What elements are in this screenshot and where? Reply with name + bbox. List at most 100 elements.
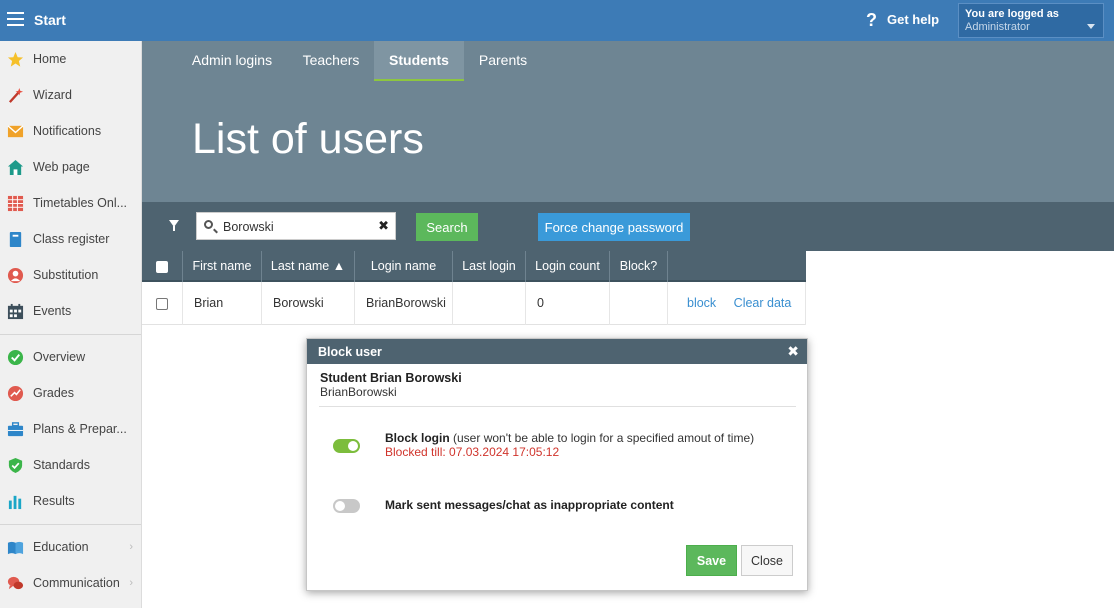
tab-teachers[interactable]: Teachers	[292, 41, 370, 81]
star-icon	[7, 51, 24, 67]
sidebar-item-communication[interactable]: Communication ›	[0, 565, 141, 601]
block-user-dialog: Block user ✖ Student Brian Borowski Bria…	[306, 338, 808, 591]
sidebar-item-label: Results	[33, 494, 75, 508]
get-help-link[interactable]: Get help	[887, 12, 939, 27]
sidebar-item-web-page[interactable]: Web page	[0, 149, 141, 185]
toggle-knob	[348, 441, 358, 451]
save-button[interactable]: Save	[686, 545, 737, 576]
hamburger-menu-icon[interactable]	[7, 12, 24, 26]
mark-inappropriate-label: Mark sent messages/chat as inappropriate…	[385, 498, 674, 512]
search-icon	[204, 220, 213, 229]
sidebar-item-education[interactable]: Education ›	[0, 529, 141, 565]
sidebar: Home Wizard Notifications Web page Timet…	[0, 41, 142, 608]
user-box-caption: You are logged as	[965, 8, 1059, 20]
force-change-password-button[interactable]: Force change password	[538, 213, 690, 241]
row-checkbox[interactable]	[156, 297, 168, 310]
toggle-knob	[335, 501, 345, 511]
sidebar-divider	[0, 524, 141, 525]
cell-login-name: BrianBorowski	[355, 282, 453, 325]
column-first-name[interactable]: First name	[183, 251, 262, 282]
table-header: First name Last name ▲ Login name Last l…	[142, 251, 806, 282]
sidebar-item-label: Substitution	[33, 268, 99, 282]
block-login-option: Block login (user won't be able to login…	[385, 431, 754, 445]
sidebar-item-class-register[interactable]: Class register	[0, 221, 141, 257]
cell-first-name: Brian	[183, 282, 262, 325]
sidebar-item-label: Events	[33, 304, 72, 318]
chevron-down-icon	[1087, 24, 1095, 29]
start-label[interactable]: Start	[34, 12, 66, 28]
chevron-right-icon: ›	[129, 577, 133, 589]
envelope-icon	[7, 125, 24, 138]
user-dropdown[interactable]: You are logged as Administrator	[958, 3, 1104, 38]
sidebar-item-label: Home	[33, 52, 67, 66]
sidebar-item-plans[interactable]: Plans & Prepar...	[0, 411, 141, 447]
sidebar-item-label: Wizard	[33, 88, 72, 102]
sidebar-item-standards[interactable]: Standards	[0, 447, 141, 483]
sidebar-item-overview[interactable]: Overview	[0, 339, 141, 375]
search-input[interactable]	[223, 218, 371, 235]
tab-parents[interactable]: Parents	[468, 41, 538, 81]
dialog-divider	[319, 406, 796, 407]
sidebar-item-events[interactable]: Events	[0, 293, 141, 329]
top-bar: Start ? Get help You are logged as Admin…	[0, 0, 1114, 41]
sidebar-item-label: Notifications	[33, 124, 102, 138]
cell-block	[610, 282, 668, 325]
person-icon	[7, 267, 24, 284]
sidebar-item-label: Plans & Prepar...	[33, 422, 127, 436]
chat-icon	[7, 576, 24, 590]
student-login: BrianBorowski	[320, 385, 397, 399]
tab-students[interactable]: Students	[374, 41, 464, 81]
close-button[interactable]: Close	[741, 545, 793, 576]
calendar-icon	[7, 303, 24, 320]
block-login-toggle[interactable]	[333, 439, 360, 453]
shield-check-icon	[8, 457, 23, 474]
column-login-count[interactable]: Login count	[526, 251, 610, 282]
check-circle-icon	[7, 349, 24, 366]
sidebar-item-results[interactable]: Results	[0, 483, 141, 519]
dialog-title: Block user	[318, 345, 382, 359]
sidebar-item-label: Overview	[33, 350, 86, 364]
bar-chart-icon	[8, 495, 22, 510]
sidebar-item-grades[interactable]: Grades	[0, 375, 141, 411]
row-select-cell	[142, 282, 183, 325]
column-login-name[interactable]: Login name	[355, 251, 453, 282]
block-link[interactable]: block	[687, 296, 716, 310]
page-title: List of users	[192, 115, 424, 163]
question-icon[interactable]: ?	[866, 10, 877, 31]
sidebar-item-label: Grades	[33, 386, 74, 400]
sidebar-item-label: Timetables Onl...	[33, 196, 128, 210]
column-actions	[668, 251, 806, 282]
users-table: First name Last name ▲ Login name Last l…	[142, 251, 806, 325]
sidebar-item-notifications[interactable]: Notifications	[0, 113, 141, 149]
tab-admin-logins[interactable]: Admin logins	[178, 41, 286, 81]
close-icon[interactable]: ✖	[787, 343, 799, 360]
search-button[interactable]: Search	[416, 213, 478, 241]
sidebar-item-label: Communication	[33, 576, 120, 590]
select-all-checkbox[interactable]	[156, 260, 168, 273]
briefcase-icon	[7, 422, 24, 437]
block-login-label: Block login	[385, 431, 450, 445]
book-icon	[9, 231, 22, 248]
sidebar-item-home[interactable]: Home	[0, 41, 141, 77]
column-block[interactable]: Block?	[610, 251, 668, 282]
column-last-name[interactable]: Last name ▲	[262, 251, 355, 282]
sidebar-item-label: Web page	[33, 160, 90, 174]
filter-icon[interactable]	[169, 220, 179, 231]
sidebar-item-substitution[interactable]: Substitution	[0, 257, 141, 293]
dialog-header: Block user ✖	[307, 339, 807, 364]
clear-data-link[interactable]: Clear data	[734, 296, 792, 310]
sidebar-item-timetables[interactable]: Timetables Onl...	[0, 185, 141, 221]
clear-search-icon[interactable]: ✖	[378, 218, 389, 234]
select-all-cell	[142, 251, 183, 282]
sidebar-item-label: Standards	[33, 458, 90, 472]
mark-inappropriate-toggle[interactable]	[333, 499, 360, 513]
cell-login-count: 0	[526, 282, 610, 325]
sidebar-item-wizard[interactable]: Wizard	[0, 77, 141, 113]
blocked-till-text: Blocked till: 07.03.2024 17:05:12	[385, 445, 560, 459]
cell-actions: block Clear data	[668, 282, 806, 325]
chevron-right-icon: ›	[129, 541, 133, 553]
page-header: Admin logins Teachers Students Parents L…	[142, 41, 1114, 202]
column-last-login[interactable]: Last login	[453, 251, 526, 282]
block-login-description: (user won't be able to login for a speci…	[453, 431, 755, 445]
wand-icon	[8, 87, 24, 103]
